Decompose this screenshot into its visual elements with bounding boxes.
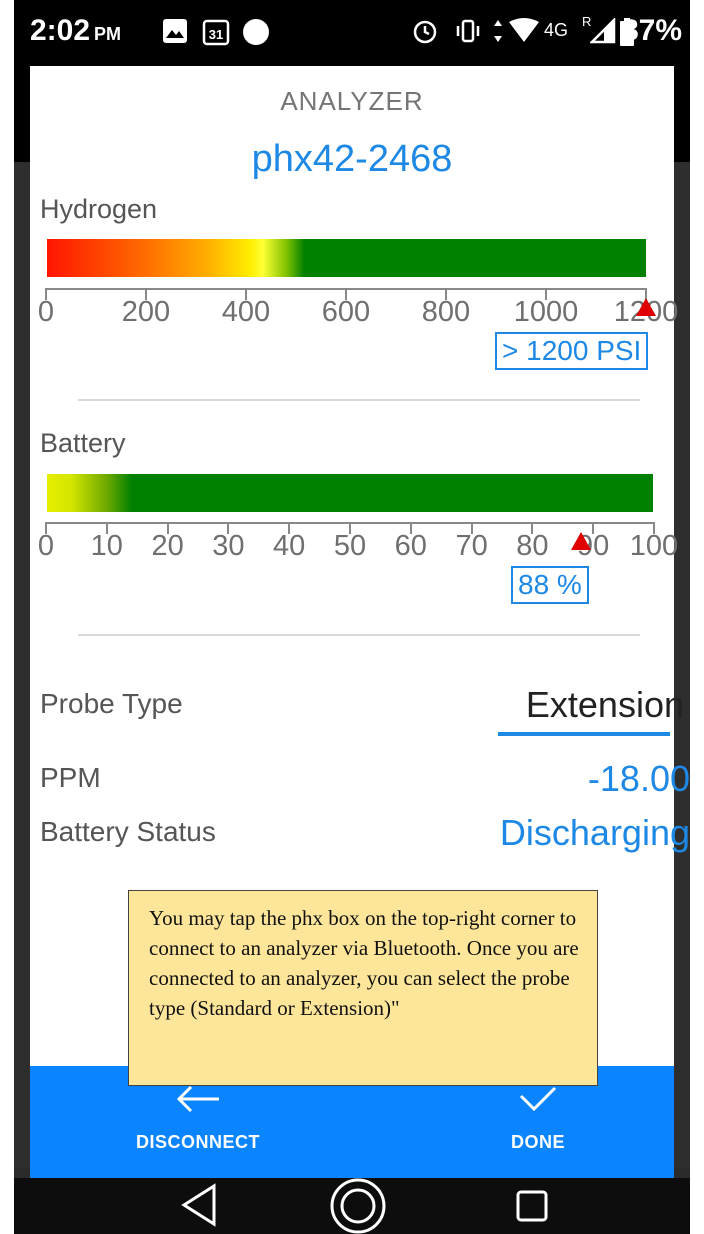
axis-tick-label: 800 [421,296,471,328]
battery-status-value: Discharging [499,812,690,853]
probe-type-selector[interactable]: Extension [526,684,684,726]
ppm-value: -18.00 [587,758,690,799]
axis-tick-label: 10 [90,530,123,562]
arrow-left-icon [175,1084,221,1119]
axis-tick-label: 1000 [513,296,579,328]
checkmark-icon [518,1084,558,1119]
recents-button[interactable] [492,1178,572,1234]
network-type-label: 4G [544,20,569,40]
alarm-icon [412,18,438,49]
status-bar: 2:02 PM 31 4G R 87% [14,0,690,66]
battery-label: Battery [40,428,126,458]
vibrate-icon [454,18,482,49]
axis-tick-label: 80 [516,530,549,562]
help-tooltip: You may tap the phx box on the top-right… [128,890,598,1086]
divider [78,399,640,401]
axis-tick-label: 60 [394,530,427,562]
probe-type-label: Probe Type [40,688,183,719]
status-time: 2:02 PM [30,14,122,47]
axis-tick-label: 200 [121,296,171,328]
image-notification-icon [162,18,188,49]
device-id[interactable]: phx42-2468 [30,138,674,181]
navigation-bar [14,1178,690,1234]
axis-tick-label: 100 [629,530,679,562]
axis-tick-label: 20 [151,530,184,562]
hydrogen-label: Hydrogen [40,194,158,224]
battery-gauge-bar [47,474,653,512]
probe-type-underline [498,732,670,736]
axis-tick-label: 40 [273,530,306,562]
axis-tick-label: 0 [37,296,55,328]
value-marker [636,298,656,316]
svg-text:31: 31 [209,27,223,42]
wifi-icon [508,18,540,49]
signal-icon [588,16,616,49]
axis-tick-label: 0 [37,530,55,562]
battery-percent: 87% [621,14,682,47]
ppm-label: PPM [40,762,101,793]
axis-tick-label: 400 [221,296,271,328]
back-button[interactable] [160,1178,240,1234]
value-marker [571,532,592,550]
calendar-icon: 31 [202,18,230,51]
data-transfer-icon [492,18,504,49]
back-triangle-icon [181,1183,216,1227]
divider [78,634,640,636]
battery-readout: 88 % [511,566,589,604]
done-label: DONE [510,1132,565,1152]
home-circle-icon [330,1178,386,1234]
home-button[interactable] [318,1178,398,1234]
disconnect-label: DISCONNECT [135,1132,260,1152]
hydrogen-gauge-bar [47,239,646,277]
battery-status-label: Battery Status [40,816,216,847]
axis-tick-label: 70 [455,530,488,562]
axis-tick-label: 600 [321,296,371,328]
recents-square-icon [516,1190,548,1222]
hydrogen-readout: > 1200 PSI [495,332,649,370]
axis-tick-label: 30 [212,530,245,562]
dialog-title: ANALYZER [280,86,424,116]
circle-notification-icon [242,18,270,51]
axis-tick-label: 50 [333,530,367,562]
